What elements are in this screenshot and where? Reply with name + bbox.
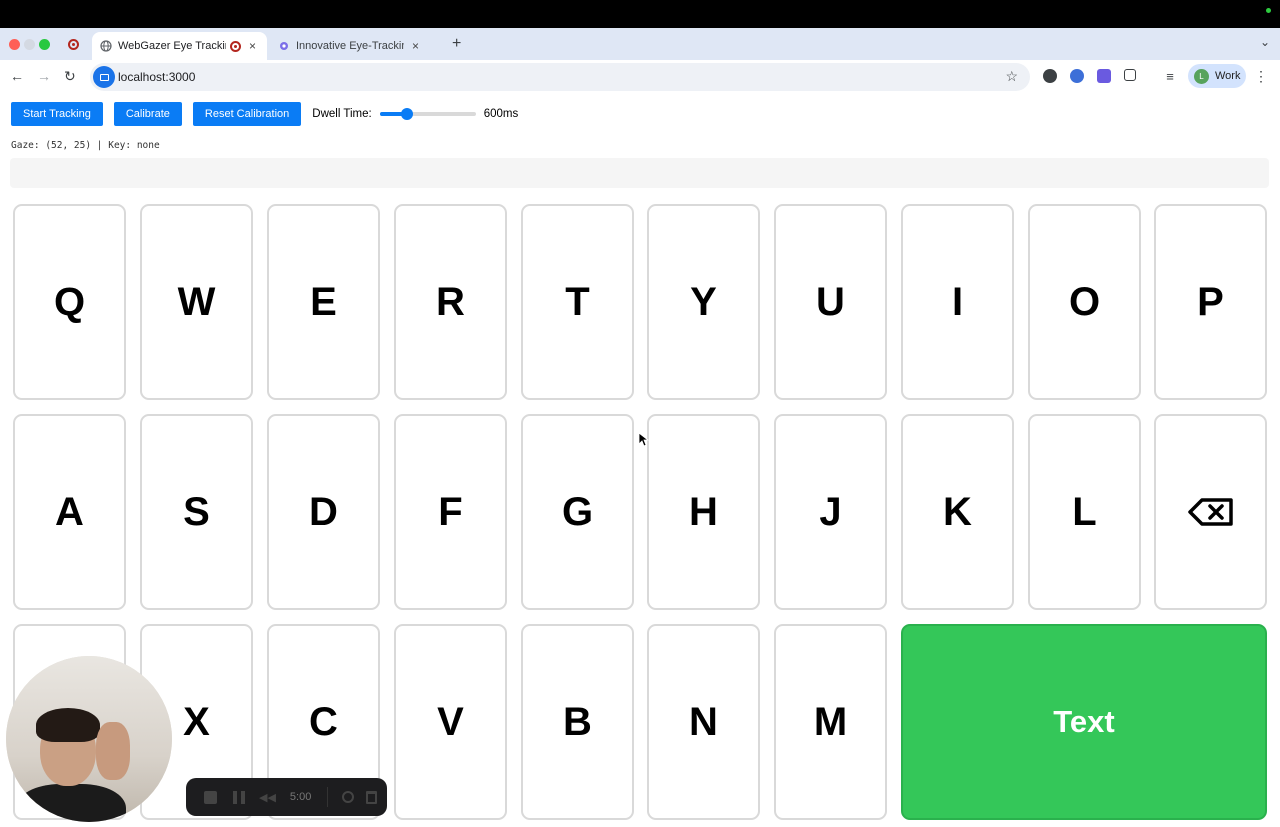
- globe-icon: [100, 40, 112, 52]
- key-e[interactable]: E: [267, 204, 380, 400]
- pause-icon[interactable]: [233, 790, 245, 804]
- extension-gear-icon[interactable]: [1043, 69, 1057, 83]
- gaze-status-text: Gaze: (52, 25) | Key: none: [11, 140, 160, 151]
- key-d[interactable]: D: [267, 414, 380, 610]
- tab-search-chevron-icon[interactable]: ⌄: [1260, 35, 1270, 49]
- bookmark-star-icon[interactable]: ☆: [1005, 68, 1018, 85]
- new-tab-button[interactable]: +: [452, 35, 461, 53]
- avatar: L: [1194, 68, 1209, 84]
- key-h[interactable]: H: [647, 414, 760, 610]
- key-b[interactable]: B: [521, 624, 634, 820]
- address-bar[interactable]: localhost:3000 ☆: [90, 63, 1030, 91]
- trash-icon[interactable]: [366, 790, 378, 804]
- key-i[interactable]: I: [901, 204, 1014, 400]
- key-v[interactable]: V: [394, 624, 507, 820]
- extensions-puzzle-icon[interactable]: [1124, 69, 1136, 81]
- mouse-pointer-icon: [638, 432, 650, 447]
- key-t[interactable]: T: [521, 204, 634, 400]
- window-minimize-button[interactable]: [24, 39, 35, 50]
- key-m[interactable]: M: [774, 624, 887, 820]
- key-w[interactable]: W: [140, 204, 253, 400]
- reset-calibration-button[interactable]: Reset Calibration: [192, 102, 302, 126]
- typed-output-field: [10, 158, 1269, 188]
- key-s[interactable]: S: [140, 414, 253, 610]
- url-text: localhost:3000: [118, 70, 196, 84]
- tab-recording-icon: [230, 40, 241, 52]
- reading-list-icon[interactable]: ≡: [1163, 69, 1177, 84]
- forward-arrow-icon[interactable]: →: [37, 68, 51, 84]
- gear-favicon-icon: [278, 40, 290, 52]
- stop-icon[interactable]: [204, 790, 217, 804]
- webcam-bubble: [6, 656, 172, 822]
- camera-indicator-icon: [1266, 8, 1271, 13]
- start-tracking-button[interactable]: Start Tracking: [11, 102, 103, 126]
- dwell-time-value: 600ms: [483, 108, 519, 120]
- app-page: Start Tracking Calibrate Reset Calibrati…: [0, 94, 1280, 827]
- window-zoom-button[interactable]: [39, 39, 50, 50]
- browser-toolbar: ← → ↻ localhost:3000 ☆ ≡ L Work ⋮: [0, 60, 1280, 94]
- restart-icon[interactable]: [342, 791, 355, 803]
- key-n[interactable]: N: [647, 624, 760, 820]
- key-o[interactable]: O: [1028, 204, 1141, 400]
- password-manager-icon[interactable]: [1070, 69, 1084, 83]
- window-close-button[interactable]: [9, 39, 20, 50]
- profile-button[interactable]: L Work: [1188, 64, 1246, 88]
- back-arrow-icon[interactable]: ←: [10, 68, 24, 84]
- dwell-time-slider[interactable]: [379, 108, 476, 120]
- profile-label: Work: [1215, 70, 1241, 82]
- tab-close-icon[interactable]: ×: [249, 39, 256, 53]
- dwell-time-label: Dwell Time:: [312, 108, 372, 120]
- key-p[interactable]: P: [1154, 204, 1267, 400]
- recording-icon: [68, 39, 79, 50]
- extension-purple-icon[interactable]: [1097, 69, 1111, 83]
- key-y[interactable]: Y: [647, 204, 760, 400]
- recording-time: 5:00: [289, 791, 312, 803]
- reload-icon[interactable]: ↻: [64, 68, 76, 85]
- tab-strip: WebGazer Eye Tracking K × Innovative Eye…: [0, 28, 1280, 60]
- backspace-icon: [1187, 498, 1233, 526]
- backspace-key[interactable]: [1154, 414, 1267, 610]
- key-j[interactable]: J: [774, 414, 887, 610]
- video-camera-icon[interactable]: [93, 66, 115, 88]
- text-key[interactable]: Text: [901, 624, 1267, 820]
- rewind-icon[interactable]: ◀◀: [259, 791, 276, 804]
- key-f[interactable]: F: [394, 414, 507, 610]
- recording-controls: ◀◀ 5:00: [186, 778, 387, 816]
- key-u[interactable]: U: [774, 204, 887, 400]
- tab-title: Innovative Eye-Tracking Tech: [296, 40, 404, 52]
- key-g[interactable]: G: [521, 414, 634, 610]
- tab-innovative-eye-tracking[interactable]: Innovative Eye-Tracking Tech ×: [270, 32, 445, 60]
- tab-title: WebGazer Eye Tracking K: [118, 40, 226, 52]
- key-r[interactable]: R: [394, 204, 507, 400]
- key-l[interactable]: L: [1028, 414, 1141, 610]
- key-k[interactable]: K: [901, 414, 1014, 610]
- calibrate-button[interactable]: Calibrate: [113, 102, 182, 126]
- tab-close-icon[interactable]: ×: [412, 39, 419, 53]
- control-bar: Start Tracking Calibrate Reset Calibrati…: [11, 102, 518, 126]
- key-q[interactable]: Q: [13, 204, 126, 400]
- macos-menu-bar: [0, 0, 1280, 28]
- browser-chrome: WebGazer Eye Tracking K × Innovative Eye…: [0, 28, 1280, 94]
- key-a[interactable]: A: [13, 414, 126, 610]
- slider-thumb[interactable]: [400, 108, 413, 120]
- tab-webgazer[interactable]: WebGazer Eye Tracking K ×: [92, 32, 267, 60]
- more-menu-icon[interactable]: ⋮: [1254, 68, 1268, 85]
